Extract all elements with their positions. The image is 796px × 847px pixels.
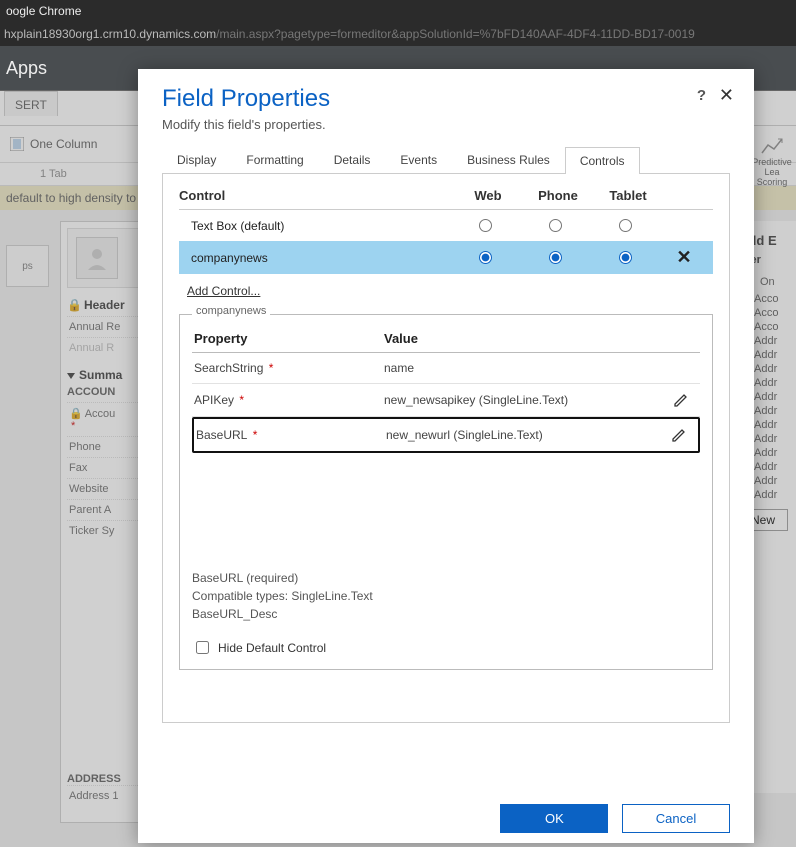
col-tablet: Tablet	[593, 188, 663, 203]
selected-control-name: companynews	[192, 305, 270, 317]
radio[interactable]	[619, 251, 632, 264]
property-description: BaseURL (required)Compatible types: Sing…	[192, 569, 373, 623]
col-web: Web	[453, 188, 523, 203]
desc-line: Compatible types: SingleLine.Text	[192, 587, 373, 605]
controls-header: Control Web Phone Tablet	[179, 188, 713, 209]
radio[interactable]	[549, 219, 562, 232]
property-name: APIKey *	[194, 393, 384, 407]
property-row[interactable]: SearchString *name	[192, 353, 700, 384]
tab-business-rules[interactable]: Business Rules	[452, 146, 565, 173]
hide-default-control[interactable]: Hide Default Control	[192, 638, 326, 657]
tab-display[interactable]: Display	[162, 146, 231, 173]
page: SERT One Column S 1 Tab default to high …	[0, 91, 796, 847]
property-row[interactable]: APIKey *new_newsapikey (SingleLine.Text)	[192, 384, 700, 417]
property-row[interactable]: BaseURL *new_newurl (SingleLine.Text)	[192, 417, 700, 453]
tab-events[interactable]: Events	[385, 146, 452, 173]
property-name: BaseURL *	[196, 428, 386, 442]
add-control-link[interactable]: Add Control...	[187, 284, 260, 298]
radio[interactable]	[479, 251, 492, 264]
close-icon[interactable]: ✕	[719, 85, 734, 106]
address-path: /main.aspx?pagetype=formeditor&appSoluti…	[216, 27, 695, 41]
dialog-subtitle: Modify this field's properties.	[162, 117, 730, 132]
dialog-title: Field Properties	[162, 85, 730, 113]
control-row[interactable]: companynews ✕	[179, 241, 713, 274]
dialog-tabs: DisplayFormattingDetailsEventsBusiness R…	[162, 146, 730, 174]
tab-details[interactable]: Details	[319, 146, 386, 173]
property-name: SearchString *	[194, 361, 384, 375]
desc-line: BaseURL_Desc	[192, 605, 373, 623]
property-box: companynews Property Value SearchString …	[179, 314, 713, 670]
radio[interactable]	[549, 251, 562, 264]
property-header: Property Value	[192, 325, 700, 353]
col-control: Control	[179, 188, 453, 203]
col-value: Value	[384, 331, 664, 346]
field-properties-dialog: ? ✕ Field Properties Modify this field's…	[138, 69, 754, 843]
pencil-icon	[671, 427, 687, 443]
modal-overlay: ? ✕ Field Properties Modify this field's…	[0, 91, 796, 847]
tab-controls[interactable]: Controls	[565, 147, 640, 174]
property-value: new_newurl (SingleLine.Text)	[386, 428, 662, 442]
radio[interactable]	[479, 219, 492, 232]
checkbox[interactable]	[196, 641, 209, 654]
edit-property-button[interactable]	[662, 427, 696, 443]
col-phone: Phone	[523, 188, 593, 203]
address-bar[interactable]: hxplain18930org1.crm10.dynamics.com/main…	[0, 22, 796, 46]
pencil-icon	[673, 392, 689, 408]
tab-formatting[interactable]: Formatting	[231, 146, 318, 173]
dialog-buttons: OK Cancel	[490, 804, 730, 833]
remove-control-icon[interactable]: ✕	[659, 247, 709, 268]
edit-property-button[interactable]	[664, 392, 698, 408]
property-value: name	[384, 361, 664, 375]
radio[interactable]	[619, 219, 632, 232]
control-label: Text Box (default)	[183, 219, 449, 233]
cancel-button[interactable]: Cancel	[622, 804, 730, 833]
col-property: Property	[194, 331, 384, 346]
control-label: companynews	[183, 251, 449, 265]
help-icon[interactable]: ?	[697, 87, 706, 104]
address-host: hxplain18930org1.crm10.dynamics.com	[4, 27, 216, 41]
ok-button[interactable]: OK	[500, 804, 608, 833]
property-value: new_newsapikey (SingleLine.Text)	[384, 393, 664, 407]
browser-title: oogle Chrome	[0, 0, 796, 22]
controls-panel: Control Web Phone Tablet Text Box (defau…	[162, 174, 730, 723]
hide-default-label: Hide Default Control	[218, 641, 326, 655]
control-row[interactable]: Text Box (default)	[179, 210, 713, 241]
desc-line: BaseURL (required)	[192, 569, 373, 587]
